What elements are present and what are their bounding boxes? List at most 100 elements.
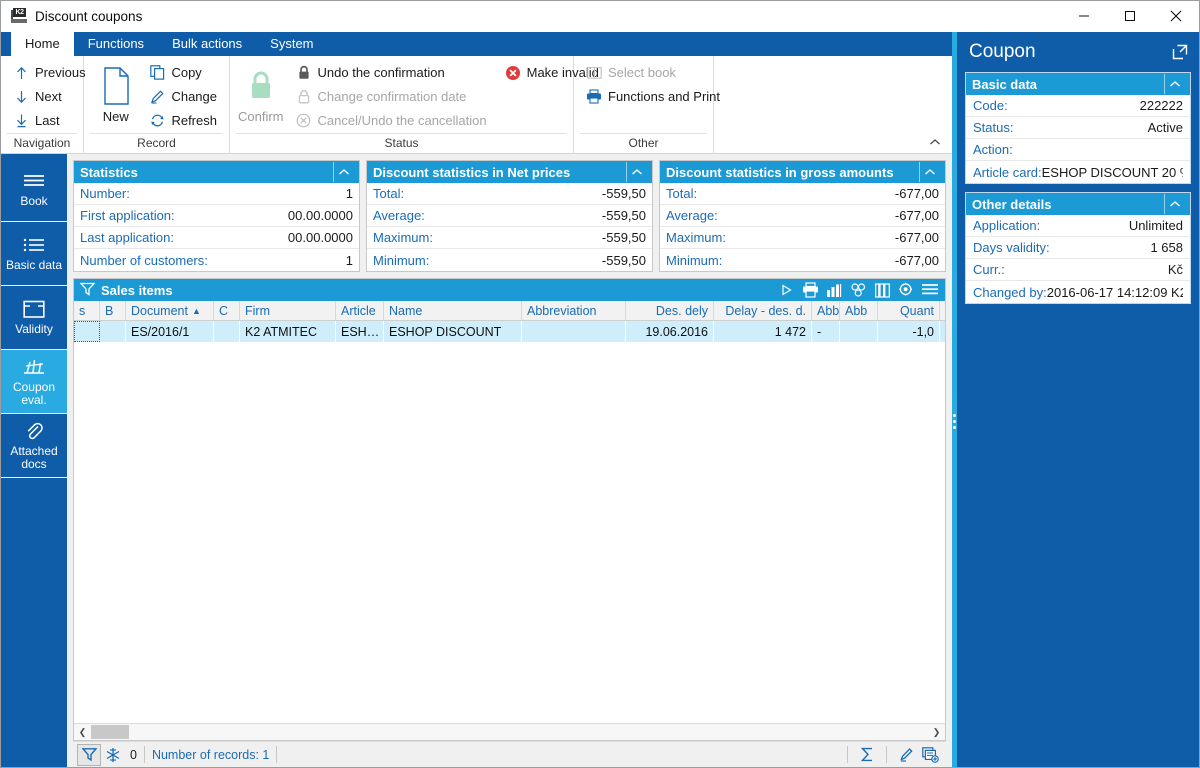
sidebar-item-book[interactable]: Book <box>1 158 67 222</box>
sidebar-item-coupon-eval[interactable]: Coupon eval. <box>1 350 67 414</box>
red-x-circle-icon <box>505 65 521 81</box>
snowflake-count: 0 <box>130 747 137 762</box>
functions-and-print-button[interactable]: Functions and Print <box>582 86 724 107</box>
column-header-abb-1[interactable]: Abb <box>812 301 840 320</box>
minimize-icon[interactable] <box>1061 1 1107 32</box>
cell-name[interactable]: ESHOP DISCOUNT <box>384 321 522 342</box>
panel-splitter[interactable] <box>952 32 957 767</box>
column-header-s[interactable]: s <box>74 301 100 320</box>
change-confirmation-date-button[interactable]: Change confirmation date <box>292 86 491 107</box>
scrollbar-thumb[interactable] <box>91 725 129 739</box>
cell-quant[interactable]: -1,0 <box>878 321 940 342</box>
cell-article[interactable]: ESH… <box>336 321 384 342</box>
funnel-icon[interactable] <box>79 282 96 299</box>
sales-items-grid: Sales items s B Document ▲ C Firm Articl… <box>73 278 946 741</box>
printer-icon[interactable] <box>801 281 819 299</box>
grid-column-headers: s B Document ▲ C Firm Article Name Abbre… <box>74 301 945 321</box>
cancel-undo-cancellation-button[interactable]: Cancel/Undo the cancellation <box>292 110 491 131</box>
chevron-up-icon[interactable] <box>919 162 939 182</box>
columns-icon[interactable] <box>873 281 891 299</box>
menu-lines-icon[interactable] <box>921 281 939 299</box>
stat-row: Maximum: -559,50 <box>367 227 652 249</box>
previous-button[interactable]: Previous <box>9 62 90 83</box>
chevron-right-icon[interactable]: ❯ <box>928 724 945 740</box>
tab-system[interactable]: System <box>256 32 327 56</box>
new-button[interactable]: New <box>92 62 139 124</box>
undo-confirmation-button[interactable]: Undo the confirmation <box>292 62 491 83</box>
sum-sigma-icon[interactable] <box>855 744 879 766</box>
next-label: Next <box>35 89 62 104</box>
next-button[interactable]: Next <box>9 86 90 107</box>
select-book-button[interactable]: Select book <box>582 62 724 83</box>
refresh-button[interactable]: Refresh <box>145 110 221 131</box>
cell-des-dely[interactable]: 19.06.2016 <box>626 321 714 342</box>
settings-gear-icon[interactable] <box>897 281 915 299</box>
stat-value: -677,00 <box>894 208 939 223</box>
column-header-delay-des-d[interactable]: Delay - des. d. <box>714 301 812 320</box>
cell-abb-2[interactable] <box>840 321 878 342</box>
grid-horizontal-scrollbar[interactable]: ❮ ❯ <box>74 723 945 740</box>
column-header-name[interactable]: Name <box>384 301 522 320</box>
table-row[interactable]: ES/2016/1 K2 ATMITEC ESH… ESHOP DISCOUNT… <box>74 321 945 342</box>
side-rail: Book Basic data Validity Coupon eval. At… <box>1 154 67 767</box>
sidebar-item-basic-data-label: Basic data <box>5 258 63 272</box>
select-book-label: Select book <box>608 65 676 80</box>
detail-key: Article card: <box>973 164 1042 180</box>
chevron-up-icon[interactable] <box>1164 194 1184 214</box>
status-separator <box>847 746 848 763</box>
new-label: New <box>102 109 129 124</box>
stat-value: -559,50 <box>601 208 646 223</box>
confirm-button[interactable]: Confirm <box>238 62 284 124</box>
add-record-icon[interactable] <box>918 744 942 766</box>
close-icon[interactable] <box>1153 1 1199 32</box>
records-count-text: Number of records: 1 <box>151 747 270 762</box>
sidebar-item-basic-data[interactable]: Basic data <box>1 222 67 286</box>
column-header-abb-2[interactable]: Abb <box>840 301 878 320</box>
sidebar-item-attached-docs[interactable]: Attached docs <box>1 414 67 478</box>
cell-firm[interactable]: K2 ATMITEC <box>240 321 336 342</box>
cell-abbreviation[interactable] <box>522 321 626 342</box>
column-header-b[interactable]: B <box>100 301 126 320</box>
bar-chart-icon[interactable] <box>825 281 843 299</box>
maximize-icon[interactable] <box>1107 1 1153 32</box>
column-header-firm[interactable]: Firm <box>240 301 336 320</box>
ribbon-collapse-icon[interactable] <box>926 133 944 151</box>
sidebar-item-validity[interactable]: Validity <box>1 286 67 350</box>
chevron-left-icon[interactable]: ❮ <box>74 724 91 740</box>
tab-home[interactable]: Home <box>11 32 74 56</box>
cell-c[interactable] <box>214 321 240 342</box>
column-header-quant[interactable]: Quant <box>878 301 940 320</box>
funnel-icon[interactable] <box>77 743 101 766</box>
stat-key: Number of customers: <box>80 252 208 268</box>
last-button[interactable]: Last <box>9 110 90 131</box>
popout-icon[interactable] <box>1171 43 1189 61</box>
tab-bulk-actions[interactable]: Bulk actions <box>158 32 256 56</box>
play-triangle-icon[interactable] <box>777 281 795 299</box>
cell-delay-des-d[interactable]: 1 472 <box>714 321 812 342</box>
pivot-icon[interactable] <box>849 281 867 299</box>
tab-functions[interactable]: Functions <box>74 32 158 56</box>
detail-row: Action: <box>966 139 1190 161</box>
column-header-article[interactable]: Article <box>336 301 384 320</box>
column-header-abbreviation[interactable]: Abbreviation <box>522 301 626 320</box>
column-header-des-dely[interactable]: Des. dely <box>626 301 714 320</box>
pencil-edit-icon[interactable] <box>894 744 918 766</box>
pencil-icon <box>149 89 165 105</box>
cell-document[interactable]: ES/2016/1 <box>126 321 214 342</box>
column-header-c[interactable]: C <box>214 301 240 320</box>
ribbon-body: Previous Next Last Navigation New Copy C… <box>1 56 952 154</box>
chevron-up-icon[interactable] <box>333 162 353 182</box>
change-button[interactable]: Change <box>145 86 221 107</box>
copy-button[interactable]: Copy <box>145 62 221 83</box>
chevron-up-icon[interactable] <box>626 162 646 182</box>
cell-abb-1[interactable]: - <box>812 321 840 342</box>
arrow-down-icon <box>13 89 29 105</box>
panel-discount-gross-title: Discount statistics in gross amounts <box>666 164 894 180</box>
snowflake-icon[interactable] <box>101 744 125 766</box>
panel-discount-net-rows: Total: -559,50 Average: -559,50 Maximum:… <box>367 183 652 271</box>
cell-s[interactable] <box>74 321 100 342</box>
chevron-up-icon[interactable] <box>1164 74 1184 94</box>
cell-b[interactable] <box>100 321 126 342</box>
column-header-document[interactable]: Document ▲ <box>126 301 214 320</box>
stat-value: -677,00 <box>894 230 939 245</box>
